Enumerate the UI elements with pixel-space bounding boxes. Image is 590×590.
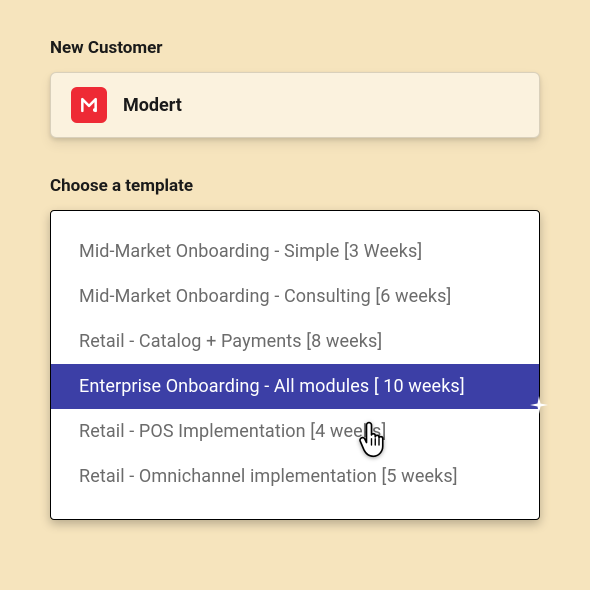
new-customer-label: New Customer	[50, 38, 540, 58]
template-option[interactable]: Mid-Market Onboarding - Consulting [6 we…	[51, 274, 539, 319]
template-option[interactable]: Retail - Omnichannel implementation [5 w…	[51, 454, 539, 499]
template-option[interactable]: Mid-Market Onboarding - Simple [3 Weeks]	[51, 229, 539, 274]
template-option-selected[interactable]: Enterprise Onboarding - All modules [ 10…	[51, 364, 539, 409]
customer-card[interactable]: Modert	[50, 72, 540, 138]
template-dropdown[interactable]: Mid-Market Onboarding - Simple [3 Weeks]…	[50, 210, 540, 520]
customer-name: Modert	[123, 95, 182, 116]
customer-logo-icon	[71, 87, 107, 123]
template-option[interactable]: Retail - POS Implementation [4 weeks]	[51, 409, 539, 454]
choose-template-label: Choose a template	[50, 176, 540, 196]
template-option[interactable]: Retail - Catalog + Payments [8 weeks]	[51, 319, 539, 364]
